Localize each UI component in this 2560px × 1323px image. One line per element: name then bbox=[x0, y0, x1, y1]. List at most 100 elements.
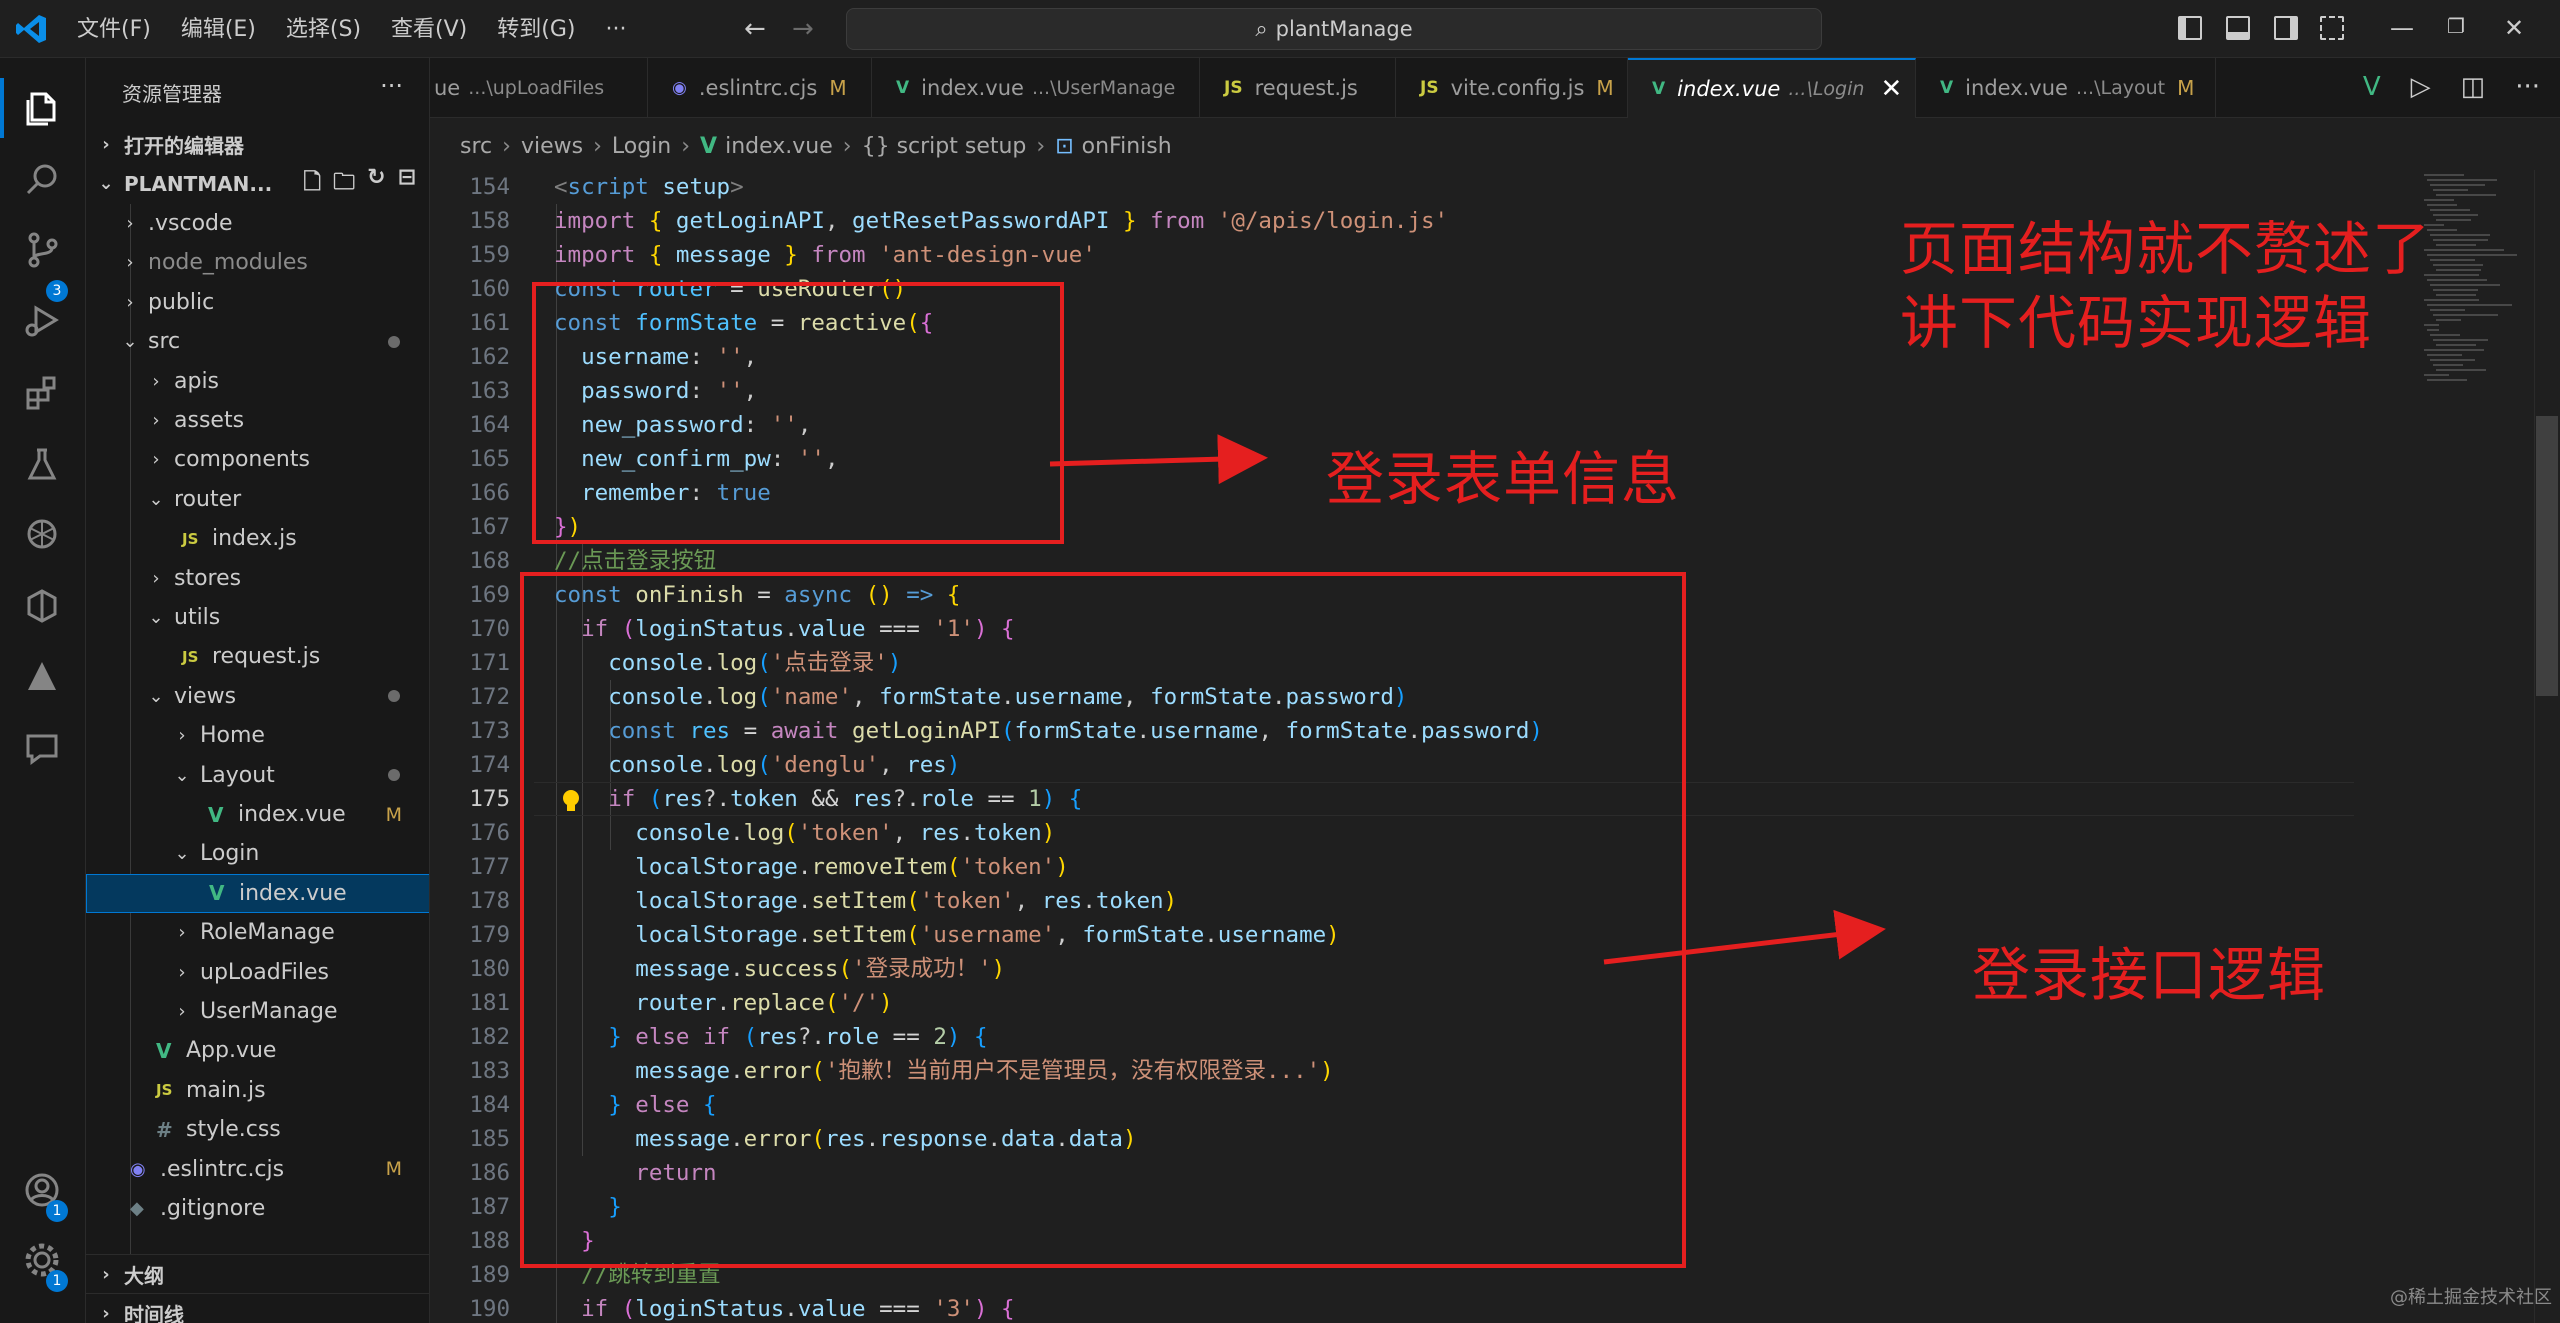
extensions-icon[interactable] bbox=[20, 370, 64, 414]
tab-usermanage-index[interactable]: V index.vue ...\UserManage bbox=[872, 58, 1200, 118]
close-window-icon[interactable]: ✕ bbox=[2494, 14, 2534, 42]
tree-item[interactable]: JS request.js bbox=[86, 637, 429, 676]
more-actions-icon[interactable]: ··· bbox=[2515, 72, 2540, 102]
command-center-search[interactable]: ⌕ plantManage bbox=[846, 8, 1822, 50]
remote-cube-icon[interactable] bbox=[20, 584, 64, 628]
tab-layout-index[interactable]: V index.vue ...\Layout M bbox=[1916, 58, 2216, 118]
source-control-icon[interactable] bbox=[20, 228, 64, 272]
chevron-right-icon: › bbox=[152, 449, 160, 471]
new-file-icon[interactable]: 🗋 bbox=[303, 165, 321, 203]
tree-item[interactable]: › apis bbox=[86, 362, 429, 401]
tree-item[interactable]: › upLoadFiles bbox=[86, 953, 429, 992]
minimap[interactable] bbox=[2424, 170, 2540, 400]
breadcrumb-views[interactable]: views bbox=[521, 134, 583, 159]
menu-view[interactable]: 查看(V) bbox=[376, 14, 482, 46]
tree-item[interactable]: › Home bbox=[86, 716, 429, 755]
run-debug-icon[interactable] bbox=[20, 298, 64, 342]
vue-preview-icon[interactable]: V bbox=[2363, 72, 2381, 102]
tree-item[interactable]: › assets bbox=[86, 401, 429, 440]
line-number: 181 bbox=[469, 990, 510, 1016]
tree-item[interactable]: # style.css bbox=[86, 1110, 429, 1149]
breadcrumb-script-setup[interactable]: {} script setup bbox=[862, 134, 1027, 159]
tree-item[interactable]: Vindex.vue bbox=[86, 873, 429, 913]
tree-item[interactable]: ⌄ Layout bbox=[86, 756, 429, 795]
tree-item[interactable]: › .vscode bbox=[86, 204, 429, 243]
line-number: 166 bbox=[469, 480, 510, 506]
tree-item[interactable]: › RoleManage bbox=[86, 913, 429, 952]
scrollbar-thumb[interactable] bbox=[2536, 416, 2558, 696]
tab-login-index[interactable]: V index.vue ...\Login ✕ bbox=[1628, 58, 1916, 118]
chevron-right-icon: › bbox=[102, 1302, 110, 1323]
testing-flask-icon[interactable] bbox=[20, 442, 64, 486]
split-editor-icon[interactable]: ◫ bbox=[2461, 72, 2486, 102]
explorer-sidebar: 资源管理器 ··· › 打开的编辑器 ⌄ PLANTMAN... 🗋 🗀 ↻ ⊟… bbox=[86, 58, 430, 1323]
js-file-icon: JS bbox=[156, 1081, 173, 1100]
tree-item[interactable]: JS index.js bbox=[86, 519, 429, 558]
run-icon[interactable]: ▷ bbox=[2411, 72, 2431, 102]
toggle-secondary-sidebar-icon[interactable] bbox=[2274, 16, 2298, 40]
line-number: 190 bbox=[469, 1296, 510, 1322]
minimap-line bbox=[2430, 334, 2460, 336]
code-text: if (loginStatus.value === '3') { bbox=[581, 1296, 1015, 1322]
customize-layout-icon[interactable] bbox=[2320, 16, 2344, 40]
breadcrumb-src[interactable]: src bbox=[460, 134, 492, 159]
tree-item[interactable]: ⌄ utils bbox=[86, 598, 429, 637]
tree-item-label: index.vue bbox=[238, 802, 346, 827]
code-line[interactable]: 154 <script setup> bbox=[430, 170, 2530, 204]
tree-item[interactable]: Vindex.vue M bbox=[86, 795, 429, 834]
tree-item[interactable]: ◆ .gitignore bbox=[86, 1189, 429, 1228]
tree-item[interactable]: ◉ .eslintrc.cjs M bbox=[86, 1150, 429, 1189]
new-folder-icon[interactable]: 🗀 bbox=[333, 165, 355, 203]
toggle-primary-sidebar-icon[interactable] bbox=[2178, 16, 2202, 40]
settings-badge: 1 bbox=[46, 1270, 68, 1292]
collapse-all-icon[interactable]: ⊟ bbox=[398, 165, 416, 203]
tab-request-js[interactable]: JS request.js bbox=[1200, 58, 1396, 118]
tree-item[interactable]: V App.vue bbox=[86, 1031, 429, 1070]
more-actions-icon[interactable]: ··· bbox=[380, 72, 403, 100]
tree-item-label: views bbox=[174, 683, 237, 709]
tree-item[interactable]: ⌄ Login bbox=[86, 834, 429, 873]
breadcrumb-onfinish[interactable]: onFinish bbox=[1082, 134, 1172, 159]
project-section[interactable]: ⌄ PLANTMAN... 🗋 🗀 ↻ ⊟ bbox=[86, 164, 429, 203]
tree-item[interactable]: › components bbox=[86, 440, 429, 479]
search-icon[interactable] bbox=[20, 158, 64, 202]
tree-item[interactable]: › UserManage bbox=[86, 992, 429, 1031]
close-tab-icon[interactable]: ✕ bbox=[1880, 74, 1902, 104]
code-line[interactable]: 190 if (loginStatus.value === '3') { bbox=[430, 1292, 2530, 1323]
explorer-icon[interactable] bbox=[20, 86, 64, 130]
tab-upload-index[interactable]: ue ...\upLoadFiles bbox=[430, 58, 648, 118]
tree-item[interactable]: › stores bbox=[86, 559, 429, 598]
tab-eslintrc[interactable]: ◉ .eslintrc.cjs M bbox=[648, 58, 872, 118]
minimize-icon[interactable]: — bbox=[2382, 14, 2422, 42]
timeline-section[interactable]: › 时间线 bbox=[86, 1293, 429, 1323]
menu-go[interactable]: 转到(G) bbox=[482, 14, 590, 46]
menu-more[interactable]: ··· bbox=[590, 14, 641, 46]
tree-item[interactable]: ⌄ router bbox=[86, 480, 429, 519]
line-number: 177 bbox=[469, 854, 510, 880]
restore-icon[interactable]: ❐ bbox=[2436, 14, 2476, 38]
chatgpt-icon[interactable] bbox=[20, 512, 64, 556]
open-editors-section[interactable]: › 打开的编辑器 bbox=[86, 125, 429, 164]
tree-item[interactable]: JS main.js bbox=[86, 1071, 429, 1110]
outline-section[interactable]: › 大纲 bbox=[86, 1254, 429, 1293]
menu-edit[interactable]: 编辑(E) bbox=[166, 14, 271, 46]
minimap-line bbox=[2424, 249, 2504, 251]
triangle-extension-icon[interactable] bbox=[20, 654, 64, 698]
forward-arrow-icon[interactable]: → bbox=[792, 14, 814, 44]
modified-badge: M bbox=[2177, 76, 2195, 100]
tree-item[interactable]: ⌄ src bbox=[86, 322, 429, 361]
menu-file[interactable]: 文件(F) bbox=[62, 14, 166, 46]
toggle-panel-icon[interactable] bbox=[2226, 16, 2250, 40]
breadcrumb-login[interactable]: Login bbox=[612, 134, 671, 159]
tree-item[interactable]: ⌄ views bbox=[86, 677, 429, 716]
back-arrow-icon[interactable]: ← bbox=[744, 14, 766, 44]
breadcrumb-file[interactable]: index.vue bbox=[725, 134, 833, 159]
chevron-right-icon: › bbox=[178, 922, 186, 944]
refresh-icon[interactable]: ↻ bbox=[367, 165, 385, 203]
comments-icon[interactable] bbox=[20, 726, 64, 770]
menu-selection[interactable]: 选择(S) bbox=[271, 14, 376, 46]
tree-item[interactable]: › node_modules bbox=[86, 243, 429, 282]
tree-item-label: index.js bbox=[212, 526, 297, 552]
tab-vite-config[interactable]: JS vite.config.js M bbox=[1396, 58, 1628, 118]
tree-item[interactable]: › public bbox=[86, 283, 429, 322]
